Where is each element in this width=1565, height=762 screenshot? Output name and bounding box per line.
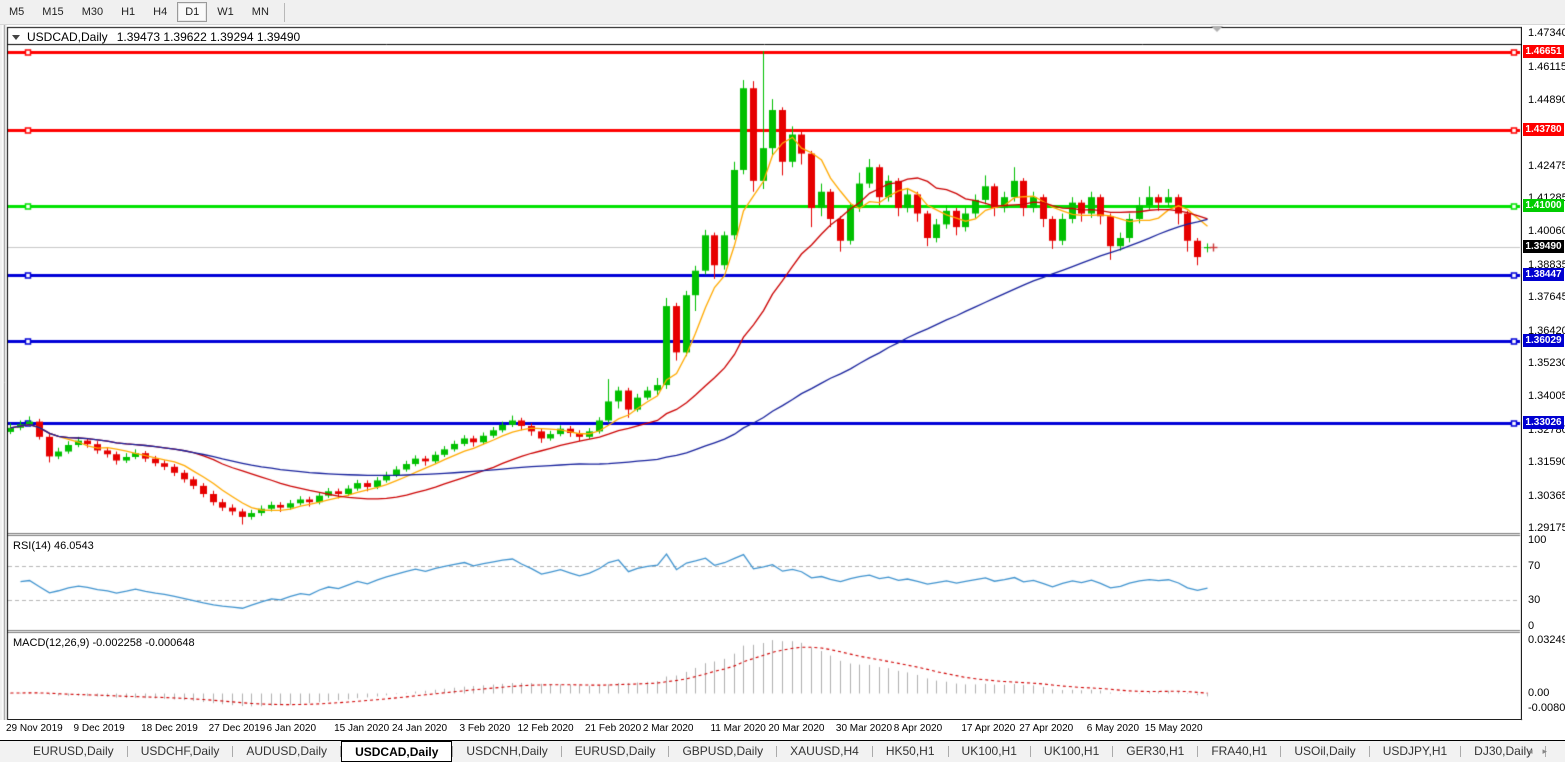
chart-symbol-label: USDCAD,Daily (27, 30, 108, 44)
chart-tab-usdcad-daily[interactable]: USDCAD,Daily (341, 740, 452, 762)
chart-tabs: EURUSD,DailyUSDCHF,DailyAUDUSD,DailyUSDC… (20, 741, 1546, 762)
chevron-down-icon[interactable] (12, 35, 20, 40)
date-tick-label: 18 Dec 2019 (141, 723, 198, 734)
date-tick-label: 11 Mar 2020 (710, 723, 765, 734)
date-tick-label: 3 Feb 2020 (460, 723, 511, 734)
timeframe-button-m5[interactable]: M5 (1, 2, 32, 22)
date-tick-label: 15 Jan 2020 (334, 723, 389, 734)
price-tick-label: 1.44890 (1528, 94, 1565, 106)
price-level-tag: 1.46651 (1523, 45, 1564, 58)
date-tick-label: 6 May 2020 (1087, 723, 1139, 734)
price-tick-label: 1.42475 (1528, 160, 1565, 172)
price-tick-label: 1.46115 (1528, 61, 1565, 73)
price-tick-label: 1.30365 (1528, 490, 1565, 502)
date-tick-label: 20 Mar 2020 (768, 723, 824, 734)
rsi-tick-label: 30 (1528, 594, 1540, 606)
rsi-indicator-label: RSI(14) 46.0543 (13, 540, 94, 552)
timeframe-toolbar: M5M15M30H1H4D1W1MN (0, 0, 1565, 25)
date-tick-label: 6 Jan 2020 (267, 723, 317, 734)
date-tick-label: 15 May 2020 (1145, 723, 1203, 734)
chart-tab-usoil-daily[interactable]: USOil,Daily (1281, 741, 1368, 762)
chart-tab-usdcnh-daily[interactable]: USDCNH,Daily (453, 741, 560, 762)
chart-tab-hk50-h1[interactable]: HK50,H1 (873, 741, 948, 762)
chart-tab-xauusd-h4[interactable]: XAUUSD,H4 (777, 741, 872, 762)
toolbar-divider (284, 3, 285, 22)
chart-tab-fra40-h1[interactable]: FRA40,H1 (1198, 741, 1280, 762)
chart-tabs-bar: EURUSD,DailyUSDCHF,DailyAUDUSD,DailyUSDC… (0, 740, 1565, 762)
macd-tick-label: 0.00 (1528, 687, 1549, 699)
timeframe-button-w1[interactable]: W1 (209, 2, 242, 22)
chart-ohlc-values: 1.39473 1.39622 1.39294 1.39490 (117, 30, 301, 44)
rsi-tick-label: 0 (1528, 620, 1534, 632)
price-tick-label: 1.40060 (1528, 225, 1565, 237)
timeframe-button-m15[interactable]: M15 (34, 2, 71, 22)
chart-tab-usdjpy-h1[interactable]: USDJPY,H1 (1370, 741, 1460, 762)
date-tick-label: 9 Dec 2019 (74, 723, 125, 734)
date-tick-label: 29 Nov 2019 (6, 723, 63, 734)
price-tick-label: 1.35230 (1528, 357, 1565, 369)
price-level-tag: 1.43780 (1523, 123, 1564, 136)
price-tick-label: 1.29175 (1528, 522, 1565, 534)
date-tick-label: 8 Apr 2020 (894, 723, 942, 734)
date-tick-label: 21 Feb 2020 (585, 723, 641, 734)
chart-tab-audusd-daily[interactable]: AUDUSD,Daily (233, 741, 340, 762)
date-tick-label: 12 Feb 2020 (517, 723, 573, 734)
timeframe-button-d1[interactable]: D1 (177, 2, 207, 22)
chart-tab-gbpusd-daily[interactable]: GBPUSD,Daily (669, 741, 776, 762)
price-tick-label: 1.47340 (1528, 27, 1565, 39)
chart-tab-uk100-h1[interactable]: UK100,H1 (1031, 741, 1112, 762)
price-chart-canvas[interactable] (0, 25, 1565, 740)
tab-scroll-right-icon[interactable]: ▸ (1542, 746, 1557, 756)
chart-tab-eurusd-daily[interactable]: EURUSD,Daily (562, 741, 669, 762)
chart-tab-uk100-h1[interactable]: UK100,H1 (949, 741, 1030, 762)
date-tick-label: 27 Apr 2020 (1019, 723, 1073, 734)
rsi-tick-label: 100 (1528, 534, 1546, 546)
chart-window: USDCAD,Daily 1.39473 1.39622 1.39294 1.3… (0, 25, 1565, 740)
tab-scroll-left-icon[interactable]: ◂ (1528, 746, 1543, 756)
chart-title: USDCAD,Daily 1.39473 1.39622 1.39294 1.3… (12, 30, 300, 44)
price-level-tag: 1.33026 (1523, 416, 1564, 429)
date-tick-label: 27 Dec 2019 (209, 723, 266, 734)
timeframe-button-h4[interactable]: H4 (145, 2, 175, 22)
price-level-tag: 1.41000 (1523, 199, 1564, 212)
mt4-terminal: M5M15M30H1H4D1W1MN USDCAD,Daily 1.39473 … (0, 0, 1565, 762)
price-tick-label: 1.34005 (1528, 390, 1565, 402)
timeframe-button-mn[interactable]: MN (244, 2, 277, 22)
chart-tab-ger30-h1[interactable]: GER30,H1 (1113, 741, 1197, 762)
date-tick-label: 30 Mar 2020 (836, 723, 892, 734)
date-tick-label: 24 Jan 2020 (392, 723, 447, 734)
date-tick-label: 17 Apr 2020 (961, 723, 1015, 734)
timeframe-button-h1[interactable]: H1 (113, 2, 143, 22)
macd-tick-label: 0.032493 (1528, 634, 1565, 646)
tab-scroll-arrows[interactable]: ◂▸ (1528, 746, 1557, 757)
date-tick-label: 2 Mar 2020 (643, 723, 694, 734)
chart-tab-usdchf-daily[interactable]: USDCHF,Daily (128, 741, 233, 762)
time-axis[interactable]: 29 Nov 2019 9 Dec 2019 18 Dec 2019 27 Dec 2… (0, 720, 1521, 740)
price-tick-label: 1.31590 (1528, 456, 1565, 468)
macd-indicator-label: MACD(12,26,9) -0.002258 -0.000648 (13, 637, 195, 649)
price-level-tag: 1.36029 (1523, 334, 1564, 347)
macd-tick-label: -0.008086 (1528, 702, 1565, 714)
timeframe-button-m30[interactable]: M30 (74, 2, 111, 22)
price-level-tag: 1.38447 (1523, 268, 1564, 281)
price-level-tag: 1.39490 (1523, 240, 1564, 253)
rsi-tick-label: 70 (1528, 560, 1540, 572)
price-axis[interactable]: 1.473401.461151.448901.424751.412851.400… (1522, 25, 1565, 719)
price-tick-label: 1.37645 (1528, 291, 1565, 303)
chart-tab-eurusd-daily[interactable]: EURUSD,Daily (20, 741, 127, 762)
